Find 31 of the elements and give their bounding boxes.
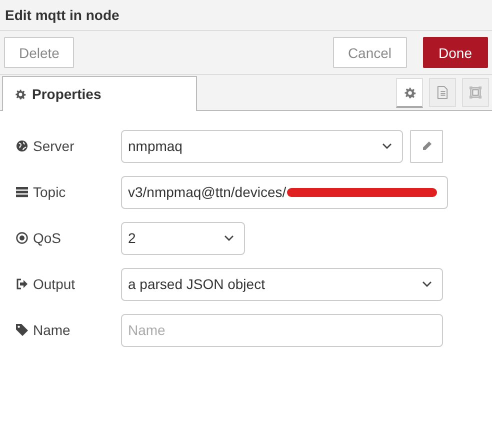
- settings-tab[interactable]: [396, 78, 423, 108]
- dropdown[interactable]: nmpmaq: [121, 130, 403, 162]
- properties-tab[interactable]: Properties: [2, 76, 197, 111]
- pencil-icon: [420, 140, 432, 152]
- done-button[interactable]: Done: [422, 37, 488, 68]
- gear-icon: [15, 88, 26, 100]
- field-label: Output: [33, 276, 76, 292]
- chevron-down-icon: [382, 143, 392, 149]
- chevron-down-icon: [224, 235, 234, 241]
- document-icon: [437, 86, 448, 99]
- input-field[interactable]: v3/nmpmaq@ttn/devices/: [121, 176, 448, 208]
- field-label: Topic: [33, 184, 66, 200]
- list-icon: [16, 186, 28, 198]
- exit-icon: [16, 278, 28, 290]
- chevron-down-icon: [422, 281, 432, 287]
- dropdown[interactable]: 2: [121, 222, 245, 254]
- delete-button[interactable]: Delete: [4, 37, 74, 68]
- document-tab[interactable]: [429, 78, 456, 107]
- frame-tab[interactable]: [462, 78, 489, 107]
- field-label: QoS: [33, 230, 62, 246]
- gear-icon: [404, 86, 416, 98]
- field-label: Server: [33, 138, 74, 154]
- target-icon: [16, 232, 28, 244]
- edit-button[interactable]: [410, 130, 443, 162]
- tag-icon: [16, 324, 28, 336]
- window-title: Edit mqtt in node: [5, 7, 120, 23]
- field-label: Name: [33, 322, 70, 338]
- frame-icon: [469, 86, 482, 99]
- cancel-button[interactable]: Cancel: [332, 37, 407, 68]
- dropdown[interactable]: a parsed JSON object: [121, 268, 443, 300]
- globe-icon: [16, 140, 28, 152]
